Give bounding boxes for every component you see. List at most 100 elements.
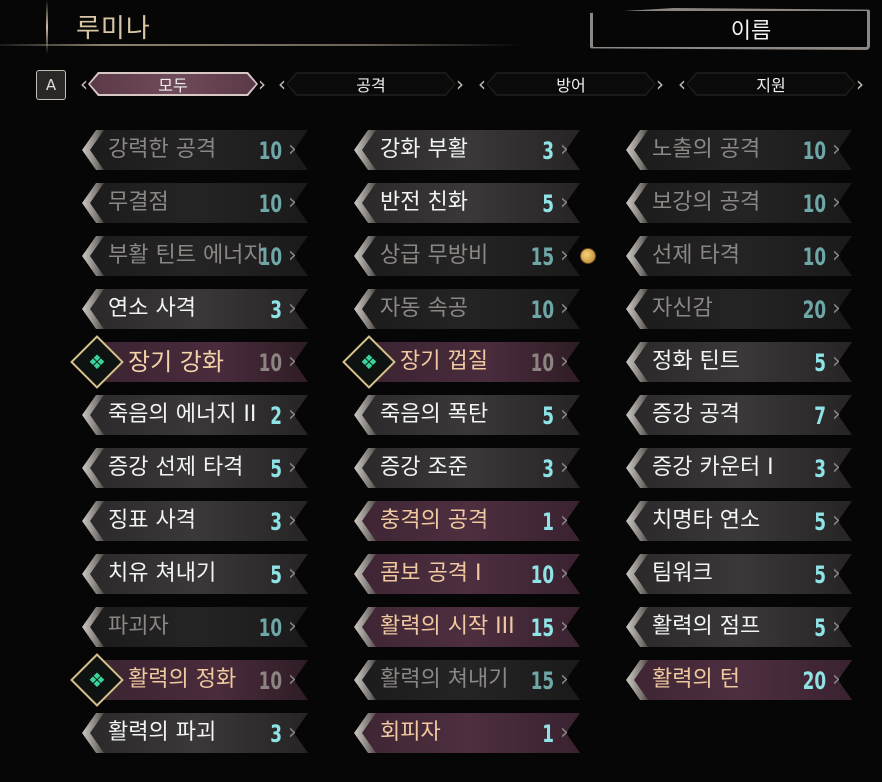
header-ornament <box>46 0 48 54</box>
skill-card[interactable]: 증강 조준 3 › <box>340 446 574 490</box>
skill-card[interactable]: 치명타 연소 5 › <box>612 499 846 543</box>
key-hint-a: A <box>36 70 66 100</box>
skill-name: 반전 친화 <box>380 190 468 215</box>
skill-cost: 5 <box>542 402 554 430</box>
skill-card[interactable]: 자동 속공 10 › <box>340 287 574 331</box>
skill-cost: 10 <box>802 190 826 218</box>
skill-card[interactable]: 부활 틴트 에너지 10 › <box>68 234 302 278</box>
skill-card[interactable]: 파괴자 10 › <box>68 605 302 649</box>
chevron-left-icon: ‹ <box>478 72 486 96</box>
chevron-right-icon: › <box>656 72 664 96</box>
skill-card[interactable]: 반전 친화 5 › <box>340 181 574 225</box>
tab-label: 공격 <box>356 76 386 95</box>
skill-card[interactable]: ❖ 장기 강화 10 › <box>68 335 302 389</box>
skill-card[interactable]: 치유 쳐내기 5 › <box>68 552 302 596</box>
skill-name: 활력의 점프 <box>652 614 761 639</box>
skill-name: 징표 사격 <box>108 508 196 533</box>
skill-card[interactable]: 활력의 턴 20 › <box>612 658 846 702</box>
chevron-right-icon: › <box>560 614 569 639</box>
skill-cost: 10 <box>258 614 282 642</box>
skill-cost: 10 <box>802 243 826 271</box>
skill-cost: 5 <box>814 561 826 589</box>
chevron-right-icon: › <box>560 137 569 162</box>
skill-cost: 2 <box>270 402 282 430</box>
chevron-right-icon: › <box>560 455 569 480</box>
skill-name: 활력의 시작 III <box>380 614 515 639</box>
skill-card[interactable]: 활력의 파괴 3 › <box>68 711 302 755</box>
chevron-right-icon: › <box>288 614 297 639</box>
skill-cost: 10 <box>530 296 554 324</box>
skill-cost: 5 <box>814 614 826 642</box>
chevron-left-icon: ‹ <box>80 72 88 96</box>
chevron-right-icon: › <box>832 296 841 321</box>
skill-card[interactable]: 죽음의 폭탄 5 › <box>340 393 574 437</box>
skill-card[interactable]: ❖ 활력의 정화 10 › <box>68 653 302 707</box>
skill-name: 보강의 공격 <box>652 190 761 215</box>
skill-card[interactable]: 활력의 쳐내기 15 › <box>340 658 574 702</box>
tab-support[interactable]: ‹ 지원 › <box>678 68 864 100</box>
skill-name: 상급 무방비 <box>380 243 489 268</box>
skill-name: 선제 타격 <box>652 243 740 268</box>
skill-card[interactable]: 징표 사격 3 › <box>68 499 302 543</box>
chevron-right-icon: › <box>560 720 569 745</box>
skill-card[interactable]: 충격의 공격 1 › <box>340 499 574 543</box>
chevron-right-icon: › <box>288 137 297 162</box>
skill-name: 활력의 턴 <box>652 667 740 692</box>
tab-all[interactable]: ‹ 모두 › <box>80 68 266 100</box>
tab-attack[interactable]: ‹ 공격 › <box>278 68 464 100</box>
skill-card[interactable]: 죽음의 에너지 II 2 › <box>68 393 302 437</box>
chevron-right-icon: › <box>832 402 841 427</box>
chevron-right-icon: › <box>288 561 297 586</box>
chevron-right-icon: › <box>560 402 569 427</box>
chevron-right-icon: › <box>832 561 841 586</box>
skill-card[interactable]: 활력의 점프 5 › <box>612 605 846 649</box>
skill-card[interactable]: 증강 카운터 I 3 › <box>612 446 846 490</box>
chevron-right-icon: › <box>560 190 569 215</box>
skill-card[interactable]: 정화 틴트 5 › <box>612 340 846 384</box>
skill-name: 치명타 연소 <box>652 508 761 533</box>
skill-card[interactable]: 팀워크 5 › <box>612 552 846 596</box>
sort-dropdown[interactable]: 이름 <box>616 10 882 48</box>
skill-card[interactable]: 상급 무방비 15 › <box>340 234 596 278</box>
chevron-right-icon: › <box>832 614 841 639</box>
chevron-left-icon: ‹ <box>678 72 686 96</box>
special-skill-emblem-icon: ❖ <box>360 350 378 374</box>
skill-name: 부활 틴트 에너지 <box>108 243 264 268</box>
chevron-right-icon: › <box>560 508 569 533</box>
skill-card[interactable]: 보강의 공격 10 › <box>612 181 846 225</box>
skill-name: 무결점 <box>108 190 169 215</box>
skill-name: 증강 조준 <box>380 455 468 480</box>
skill-cost: 10 <box>530 561 554 589</box>
skill-card[interactable]: 연소 사격 3 › <box>68 287 302 331</box>
skill-card[interactable]: ❖ 장기 껍질 10 › <box>340 335 574 389</box>
tab-defense[interactable]: ‹ 방어 › <box>478 68 664 100</box>
chevron-right-icon: › <box>288 349 297 374</box>
skill-card[interactable]: 선제 타격 10 › <box>612 234 846 278</box>
skill-cost: 5 <box>270 561 282 589</box>
skill-cost: 10 <box>258 667 282 695</box>
chevron-right-icon: › <box>258 72 266 96</box>
chevron-right-icon: › <box>832 508 841 533</box>
skill-card[interactable]: 자신감 20 › <box>612 287 846 331</box>
skill-cost: 3 <box>542 455 554 483</box>
skill-name: 노출의 공격 <box>652 137 761 162</box>
skill-card[interactable]: 활력의 시작 III 15 › <box>340 605 574 649</box>
skill-cost: 15 <box>530 667 554 695</box>
chevron-right-icon: › <box>832 349 841 374</box>
skill-name: 죽음의 에너지 II <box>108 402 257 427</box>
skill-card[interactable]: 강화 부활 3 › <box>340 128 574 172</box>
chevron-right-icon: › <box>456 72 464 96</box>
skill-name: 파괴자 <box>108 614 169 639</box>
skill-cost: 10 <box>258 243 282 271</box>
skill-card[interactable]: 증강 공격 7 › <box>612 393 846 437</box>
skill-card[interactable]: 강력한 공격 10 › <box>68 128 302 172</box>
chevron-right-icon: › <box>288 402 297 427</box>
skill-card[interactable]: 노출의 공격 10 › <box>612 128 846 172</box>
chevron-right-icon: › <box>856 72 864 96</box>
skill-card[interactable]: 콤보 공격 I 10 › <box>340 552 574 596</box>
skill-card[interactable]: 무결점 10 › <box>68 181 302 225</box>
skill-card[interactable]: 회피자 1 › <box>340 711 574 755</box>
character-name: 루미나 <box>76 14 151 44</box>
chevron-right-icon: › <box>288 190 297 215</box>
skill-card[interactable]: 증강 선제 타격 5 › <box>68 446 302 490</box>
